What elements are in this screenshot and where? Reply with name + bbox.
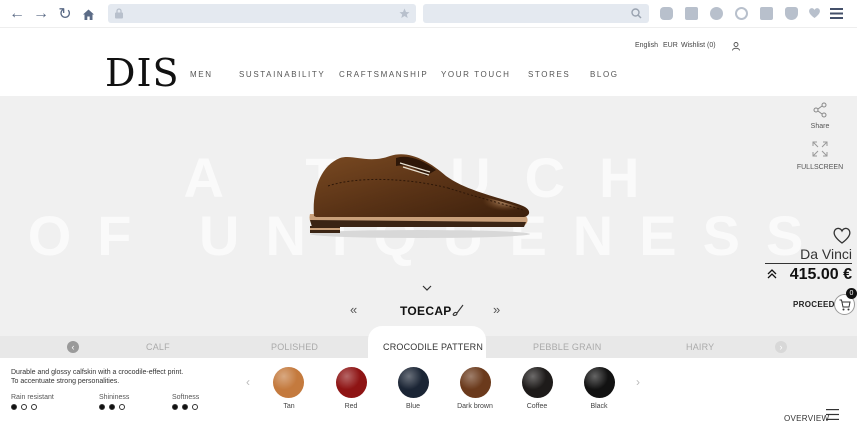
nav-craftsmanship[interactable]: CRAFTSMANSHIP (339, 70, 428, 79)
overview-button[interactable]: OVERVIEW (784, 414, 829, 423)
brush-icon (452, 304, 464, 316)
swatch-label-tan: Tan (283, 403, 295, 410)
swatch-label-black: Black (590, 403, 608, 410)
tab-crocodile-pattern[interactable]: CROCODILE PATTERN (383, 342, 483, 352)
shininess-rating (99, 404, 125, 410)
share-icon[interactable] (812, 102, 828, 118)
rating-dot (172, 404, 178, 410)
browser-search-input[interactable] (423, 4, 649, 23)
wifi-icon[interactable] (735, 7, 748, 20)
rating-dot (182, 404, 188, 410)
swatch-label-blue: Blue (405, 403, 420, 410)
wishlist-heart-icon[interactable] (832, 226, 852, 246)
reload-icon[interactable]: ↻ (56, 5, 74, 23)
nav-stores[interactable]: STORES (528, 70, 570, 79)
shield-icon[interactable] (785, 7, 798, 20)
currency-selector[interactable]: EUR (663, 42, 678, 49)
material-description: Durable and glossy calfskin with a croco… (11, 368, 241, 386)
nav-blog[interactable]: BLOG (590, 70, 619, 79)
menu-icon[interactable] (830, 8, 843, 19)
shoe-image[interactable] (298, 146, 538, 238)
forward-icon[interactable]: → (32, 5, 50, 23)
tab-hairy[interactable]: HAIRY (686, 342, 714, 352)
product-price: 415.00 € (789, 266, 852, 283)
cart-count-badge: 0 (846, 288, 857, 299)
address-bar[interactable] (108, 4, 416, 23)
download-icon[interactable] (760, 7, 773, 20)
chevron-down-icon[interactable] (422, 285, 432, 292)
price-divider (765, 263, 852, 264)
swatch-dark-brown[interactable] (460, 367, 491, 398)
alert-icon[interactable] (710, 7, 723, 20)
brand-logo[interactable]: DIS (105, 53, 180, 93)
home-icon[interactable] (79, 5, 97, 23)
rating-dot (109, 404, 115, 410)
tab-polished[interactable]: POLISHED (271, 342, 318, 352)
tabs-prev-button[interactable]: ‹ (67, 341, 79, 353)
proceed-button[interactable]: PROCEED (793, 300, 835, 309)
language-selector[interactable]: English (635, 42, 658, 49)
rating-dot (31, 404, 37, 410)
nav-sustainability[interactable]: SUSTAINABILITY (239, 70, 325, 79)
swatch-label-dark-brown: Dark brown (457, 403, 493, 410)
softness-rating (172, 404, 198, 410)
cloud-icon[interactable] (660, 7, 673, 20)
tab-calf[interactable]: CALF (146, 342, 170, 352)
swatch-label-red: Red (344, 403, 358, 410)
fullscreen-label: FULLSCREEN (796, 164, 844, 171)
swatches-next-button[interactable]: › (636, 375, 640, 389)
swatch-blue[interactable] (398, 367, 429, 398)
next-part-button[interactable]: » (493, 302, 500, 317)
rating-dot (192, 404, 198, 410)
tabs-next-button[interactable]: › (775, 341, 787, 353)
rating-dot (11, 404, 17, 410)
rating-dot (21, 404, 27, 410)
prev-part-button[interactable]: « (350, 302, 357, 317)
tab-pebble-grain[interactable]: PEBBLE GRAIN (533, 342, 601, 352)
description-line-2: To accentuate strong personalities. (11, 378, 120, 385)
bookmark-star-icon[interactable] (399, 8, 410, 19)
description-line-1: Durable and glossy calfskin with a croco… (11, 369, 184, 376)
fullscreen-icon[interactable] (812, 141, 828, 157)
user-icon[interactable] (732, 42, 740, 51)
swatch-label-coffee: Coffee (526, 403, 548, 410)
heart-icon[interactable] (808, 7, 821, 19)
property-rain-resistant-label: Rain resistant (11, 394, 54, 401)
share-label: Share (810, 123, 830, 130)
rain-resistant-rating (11, 404, 37, 410)
back-icon[interactable]: ← (8, 5, 26, 23)
price-expand-icon[interactable] (767, 268, 777, 279)
nav-men[interactable]: MEN (190, 70, 213, 79)
rating-dot (99, 404, 105, 410)
overview-menu-icon[interactable] (826, 409, 839, 420)
selected-part-label: TOECAP (400, 304, 452, 318)
camera-icon[interactable] (685, 7, 698, 20)
swatch-coffee[interactable] (522, 367, 553, 398)
swatch-black[interactable] (584, 367, 615, 398)
rating-dot (119, 404, 125, 410)
swatch-tan[interactable] (273, 367, 304, 398)
wishlist-link[interactable]: Wishlist (0) (681, 42, 716, 49)
cart-icon (839, 299, 851, 311)
swatches-prev-button[interactable]: ‹ (246, 375, 250, 389)
product-model-name: Da Vinci (800, 246, 852, 262)
nav-your-touch[interactable]: YOUR TOUCH (441, 70, 511, 79)
lock-icon (115, 8, 123, 19)
property-softness-label: Softness (172, 394, 200, 401)
search-icon[interactable] (631, 8, 642, 19)
swatch-red[interactable] (336, 367, 367, 398)
property-shininess-label: Shininess (99, 394, 130, 401)
browser-toolbar: ← → ↻ (0, 0, 857, 28)
